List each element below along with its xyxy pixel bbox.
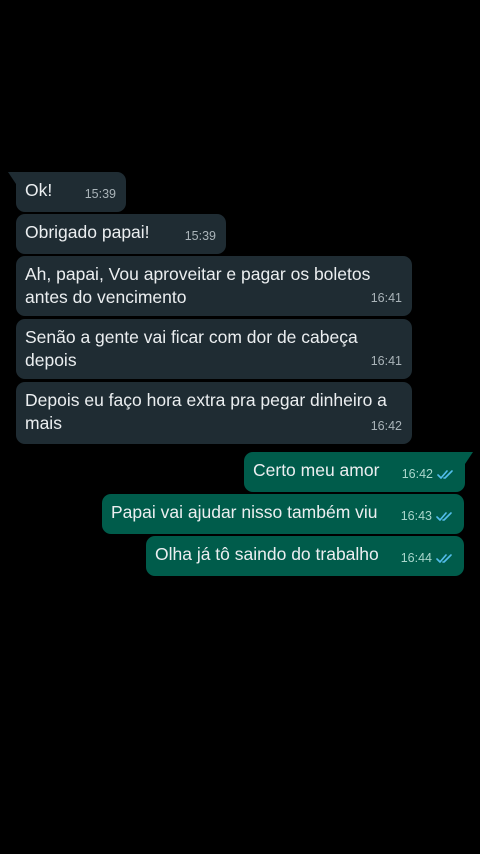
message-time: 16:43: [400, 509, 432, 523]
message-time: 16:42: [401, 467, 433, 481]
bubble-tail: [8, 172, 16, 184]
message-meta: 16:41: [371, 350, 402, 373]
message-text: Depois eu faço hora extra pra pegar dinh…: [25, 390, 387, 433]
message-time: 16:44: [400, 551, 432, 565]
incoming-message-bubble[interactable]: Senão a gente vai ficar com dor de cabeç…: [16, 319, 412, 379]
outgoing-message-bubble[interactable]: Papai vai ajudar nisso também viu 16:43: [102, 494, 464, 534]
message-meta: 15:39: [85, 183, 116, 206]
message-meta: 16:43: [401, 505, 454, 528]
message-time: 15:39: [84, 187, 116, 201]
incoming-message-bubble[interactable]: Depois eu faço hora extra pra pegar dinh…: [16, 382, 412, 444]
incoming-message-bubble[interactable]: Obrigado papai! 15:39: [16, 214, 226, 254]
message-meta: 16:42: [371, 415, 402, 438]
message-time: 16:41: [370, 354, 402, 368]
message-time: 15:39: [184, 229, 216, 243]
double-check-read-icon: [437, 470, 453, 479]
chat-message-list[interactable]: Ok! 15:39 Obrigado papai! 15:39 Ah, papa…: [0, 0, 480, 854]
message-time: 16:42: [370, 419, 402, 433]
double-check-read-icon: [436, 554, 452, 563]
outgoing-message-bubble[interactable]: Olha já tô saindo do trabalho 16:44: [146, 536, 464, 576]
message-meta: 15:39: [185, 225, 216, 248]
outgoing-message-bubble[interactable]: Certo meu amor 16:42: [244, 452, 473, 492]
double-check-read-icon: [436, 512, 452, 521]
incoming-message-bubble[interactable]: Ah, papai, Vou aproveitar e pagar os bol…: [16, 256, 412, 316]
message-meta: 16:44: [401, 547, 454, 570]
message-meta: 16:42: [402, 463, 455, 486]
message-meta: 16:41: [371, 287, 402, 310]
bubble-tail: [465, 452, 473, 464]
message-time: 16:41: [370, 291, 402, 305]
message-text: Senão a gente vai ficar com dor de cabeç…: [25, 327, 358, 370]
message-text: Ah, papai, Vou aproveitar e pagar os bol…: [25, 264, 371, 307]
incoming-message-bubble[interactable]: Ok! 15:39: [8, 172, 126, 212]
